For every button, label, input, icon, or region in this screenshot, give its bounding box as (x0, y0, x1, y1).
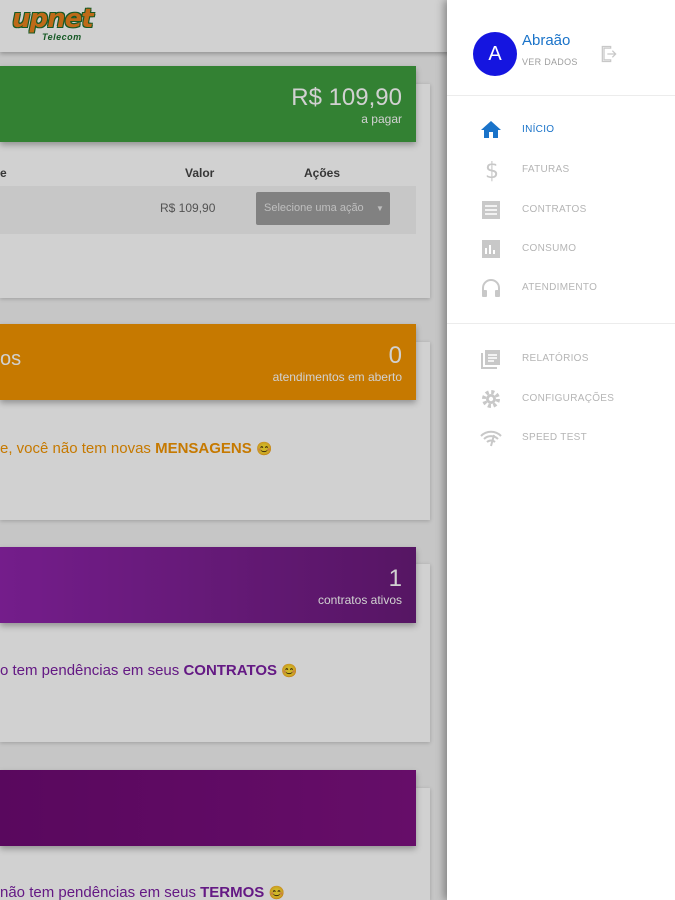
menu-item-label: INÍCIO (522, 124, 555, 135)
menu-item-label: CONFIGURAÇÕES (522, 393, 615, 404)
wifi-icon (480, 430, 502, 447)
menu-item-faturas[interactable]: $ FATURAS (447, 152, 675, 188)
gear-icon (482, 390, 500, 408)
menu-item-label: RELATÓRIOS (522, 353, 589, 364)
report-icon (481, 350, 500, 369)
menu-item-speed-test[interactable]: SPEED TEST (447, 420, 675, 456)
menu-item-label: ATENDIMENTO (522, 282, 598, 293)
svg-text:$: $ (485, 159, 499, 182)
menu-item-atendimento[interactable]: ATENDIMENTO (447, 270, 675, 306)
drawer-scrim[interactable] (0, 0, 447, 900)
view-profile-link[interactable]: VER DADOS (522, 57, 578, 67)
drawer-divider (447, 323, 675, 324)
drawer-divider (447, 95, 675, 96)
menu-item-configuracoes[interactable]: CONFIGURAÇÕES (447, 381, 675, 417)
menu-item-label: FATURAS (522, 164, 570, 175)
logout-icon[interactable] (599, 44, 619, 64)
headset-icon (482, 279, 500, 297)
navigation-drawer: A Abraão VER DADOS INÍCIO $ FATURAS CONT… (447, 0, 675, 900)
avatar[interactable]: A (473, 32, 517, 76)
menu-item-inicio[interactable]: INÍCIO (447, 112, 675, 148)
menu-item-contratos[interactable]: CONTRATOS (447, 192, 675, 228)
home-icon (481, 121, 501, 138)
menu-item-label: CONTRATOS (522, 204, 587, 215)
dollar-icon: $ (485, 159, 499, 182)
menu-item-relatorios[interactable]: RELATÓRIOS (447, 341, 675, 377)
menu-item-label: CONSUMO (522, 243, 577, 254)
menu-item-label: SPEED TEST (522, 432, 588, 443)
menu-item-consumo[interactable]: CONSUMO (447, 231, 675, 267)
user-name[interactable]: Abraão (522, 32, 570, 49)
document-icon (482, 201, 500, 219)
chart-icon (482, 240, 500, 258)
